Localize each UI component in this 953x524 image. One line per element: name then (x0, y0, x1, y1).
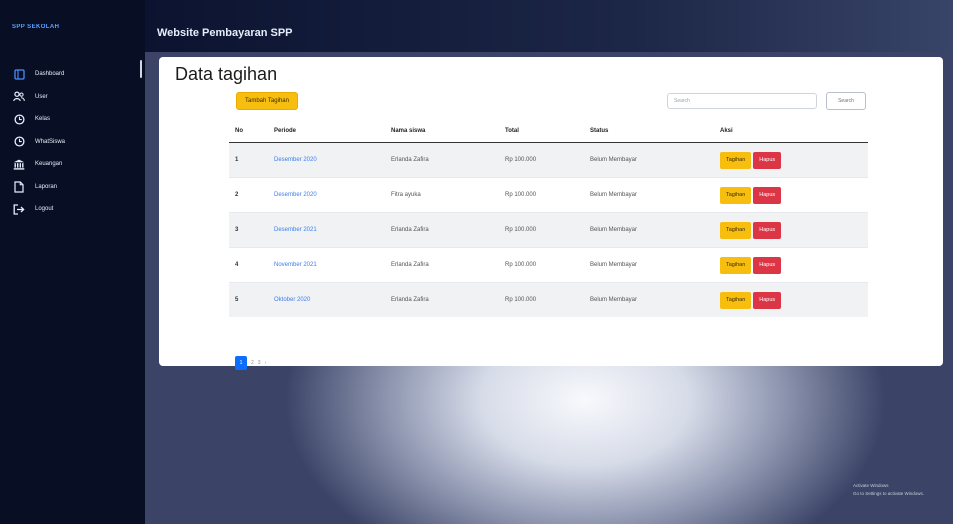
cell-aksi: Tagihan Hapus (714, 212, 868, 248)
cell-periode-link[interactable]: Oktober 2020 (268, 282, 385, 317)
delete-button[interactable]: Hapus (753, 151, 782, 169)
dashboard-icon (12, 67, 26, 81)
page-link-2[interactable]: 2 (251, 360, 254, 366)
cell-no: 2 (229, 177, 268, 213)
column-header-aksi: Aksi (714, 120, 868, 143)
sidebar-toggle-handle[interactable] (140, 60, 142, 78)
page-title: Data tagihan (175, 64, 278, 84)
column-header-periode: Periode (268, 120, 385, 143)
delete-button[interactable]: Hapus (753, 256, 782, 274)
cell-no: 5 (229, 282, 268, 317)
cell-no: 1 (229, 142, 268, 178)
column-header-total: Total (499, 120, 584, 143)
table-header-row: No Periode Nama siswa Total Status Aksi (229, 120, 868, 143)
column-header-no: No (229, 120, 268, 143)
bill-button[interactable]: Tagihan (720, 256, 752, 274)
sidebar-item-label: WhatSiswa (35, 138, 66, 145)
cell-total: Rp 100.000 (499, 282, 584, 317)
sidebar-item-whatsiswa[interactable]: WhatSiswa (12, 131, 65, 154)
sidebar-item-label: Laporan (35, 183, 58, 190)
cell-status: Belum Membayar (584, 282, 714, 317)
sidebar-item-dashboard[interactable]: Dashboard (12, 63, 65, 86)
cell-status: Belum Membayar (584, 212, 714, 248)
cell-total: Rp 100.000 (499, 142, 584, 178)
activation-watermark: Activate Windows Go to Settings to activ… (853, 482, 924, 498)
sidebar-item-kelas[interactable]: Kelas (12, 108, 65, 131)
add-bill-button[interactable]: Tambah Tagihan (236, 92, 298, 110)
cell-periode-link[interactable]: Desember 2021 (268, 212, 385, 248)
pagination: 1 2 3 › (235, 356, 270, 370)
cell-nama: Erlanda Zafira (385, 142, 499, 178)
cell-periode-link[interactable]: November 2021 (268, 247, 385, 283)
users-icon (12, 90, 26, 104)
cell-status: Belum Membayar (584, 142, 714, 178)
table-row: 2 Desember 2020 Fitra ayuka Rp 100.000 B… (229, 177, 868, 213)
table-row: 1 Desember 2020 Erlanda Zafira Rp 100.00… (229, 142, 868, 178)
delete-button[interactable]: Hapus (753, 186, 782, 204)
page-link-1[interactable]: 1 (235, 356, 247, 370)
bill-table: No Periode Nama siswa Total Status Aksi … (229, 120, 868, 317)
bill-button[interactable]: Tagihan (720, 186, 752, 204)
cell-nama: Erlanda Zafira (385, 247, 499, 283)
watermark-line-1: Activate Windows (853, 483, 889, 488)
column-header-status: Status (584, 120, 714, 143)
search-input[interactable] (667, 93, 817, 109)
table-row: 4 November 2021 Erlanda Zafira Rp 100.00… (229, 247, 868, 283)
brand-title: SPP SEKOLAH (12, 24, 60, 30)
sidebar-item-logout[interactable]: Logout (12, 198, 65, 221)
cell-no: 4 (229, 247, 268, 283)
sidebar-item-laporan[interactable]: Laporan (12, 176, 65, 199)
bill-button[interactable]: Tagihan (720, 151, 752, 169)
cell-periode-link[interactable]: Desember 2020 (268, 177, 385, 213)
clock-icon (12, 112, 26, 126)
logout-icon (12, 202, 26, 216)
cell-total: Rp 100.000 (499, 247, 584, 283)
cell-total: Rp 100.000 (499, 212, 584, 248)
cell-nama: Erlanda Zafira (385, 282, 499, 317)
cell-status: Belum Membayar (584, 247, 714, 283)
table-row: 5 Oktober 2020 Erlanda Zafira Rp 100.000… (229, 282, 868, 317)
sidebar: SPP SEKOLAH Dashboard User Kelas WhatSis… (0, 0, 145, 524)
cell-no: 3 (229, 212, 268, 248)
delete-button[interactable]: Hapus (753, 221, 782, 239)
sidebar-item-label: Keuangan (35, 161, 63, 168)
sidebar-item-label: Dashboard (35, 71, 65, 78)
delete-button[interactable]: Hapus (753, 291, 782, 309)
sidebar-menu: Dashboard User Kelas WhatSiswa Keuangan (12, 63, 65, 221)
sidebar-item-user[interactable]: User (12, 86, 65, 109)
cell-aksi: Tagihan Hapus (714, 177, 868, 213)
top-bar: Website Pembayaran SPP (145, 0, 953, 52)
watermark-line-2: Go to Settings to activate Windows. (853, 491, 925, 496)
cell-aksi: Tagihan Hapus (714, 247, 868, 283)
search-button[interactable]: Search (826, 92, 866, 110)
cell-status: Belum Membayar (584, 177, 714, 213)
sidebar-item-keuangan[interactable]: Keuangan (12, 153, 65, 176)
cell-total: Rp 100.000 (499, 177, 584, 213)
page-next[interactable]: › (265, 360, 267, 366)
cell-nama: Erlanda Zafira (385, 212, 499, 248)
bill-button[interactable]: Tagihan (720, 291, 752, 309)
sidebar-item-label: User (35, 93, 48, 100)
clock-icon (12, 135, 26, 149)
sidebar-item-label: Kelas (35, 116, 51, 123)
bill-button[interactable]: Tagihan (720, 221, 752, 239)
column-header-nama: Nama siswa (385, 120, 499, 143)
bank-icon (12, 157, 26, 171)
cell-aksi: Tagihan Hapus (714, 282, 868, 317)
cell-aksi: Tagihan Hapus (714, 142, 868, 178)
table-row: 3 Desember 2021 Erlanda Zafira Rp 100.00… (229, 212, 868, 248)
sidebar-item-label: Logout (35, 206, 54, 213)
page-link-3[interactable]: 3 (258, 360, 261, 366)
cell-periode-link[interactable]: Desember 2020 (268, 142, 385, 178)
file-icon (12, 180, 26, 194)
cell-nama: Fitra ayuka (385, 177, 499, 213)
site-title: Website Pembayaran SPP (157, 27, 293, 39)
content-card: Data tagihan Tambah Tagihan Search No Pe… (159, 57, 943, 370)
